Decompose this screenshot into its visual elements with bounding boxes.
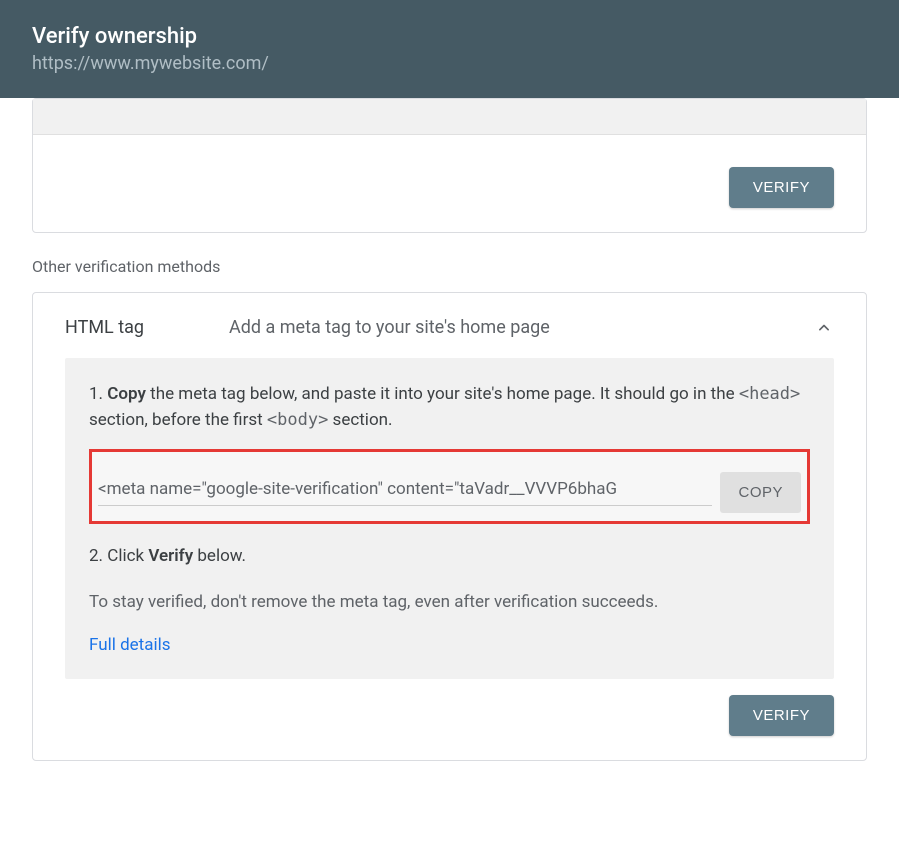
verify-button[interactable]: VERIFY — [729, 695, 834, 736]
html-tag-method-card: HTML tag Add a meta tag to your site's h… — [32, 292, 867, 761]
previous-method-panel-tail — [33, 99, 866, 135]
method-name: HTML tag — [65, 317, 205, 338]
chevron-up-icon — [814, 318, 834, 338]
previous-method-card: VERIFY — [32, 98, 867, 233]
page-title: Verify ownership — [32, 24, 867, 49]
meta-tag-input[interactable]: <meta name="google-site-verification" co… — [98, 479, 712, 506]
step-1-text-c: section. — [328, 410, 392, 430]
step-1-prefix: 1. — [89, 384, 107, 404]
step-2-suffix: below. — [193, 546, 246, 566]
card-actions: VERIFY — [65, 679, 834, 736]
step-2: 2. Click Verify below. — [89, 544, 810, 570]
full-details-link[interactable]: Full details — [89, 635, 171, 655]
method-header[interactable]: HTML tag Add a meta tag to your site's h… — [65, 317, 834, 338]
site-url: https://www.mywebsite.com/ — [32, 53, 867, 74]
step-1-bold: Copy — [107, 384, 146, 404]
dialog-header: Verify ownership https://www.mywebsite.c… — [0, 0, 899, 98]
verify-button[interactable]: VERIFY — [729, 167, 834, 208]
code-head: <head> — [739, 384, 800, 404]
step-2-bold: Verify — [148, 546, 193, 566]
copy-button[interactable]: COPY — [720, 472, 801, 513]
card-actions: VERIFY — [65, 151, 834, 208]
section-label: Other verification methods — [32, 257, 867, 276]
step-1-text-a: the meta tag below, and paste it into yo… — [146, 384, 739, 404]
dialog-content: VERIFY Other verification methods HTML t… — [0, 98, 899, 793]
meta-tag-highlight-box: <meta name="google-site-verification" co… — [89, 449, 810, 524]
instructions-panel: 1. Copy the meta tag below, and paste it… — [65, 358, 834, 679]
step-2-prefix: 2. Click — [89, 546, 148, 566]
persistence-note: To stay verified, don't remove the meta … — [89, 590, 810, 616]
step-1-text-b: section, before the first — [89, 410, 267, 430]
step-1: 1. Copy the meta tag below, and paste it… — [89, 382, 810, 433]
method-description: Add a meta tag to your site's home page — [229, 317, 790, 338]
code-body: <body> — [267, 410, 328, 430]
